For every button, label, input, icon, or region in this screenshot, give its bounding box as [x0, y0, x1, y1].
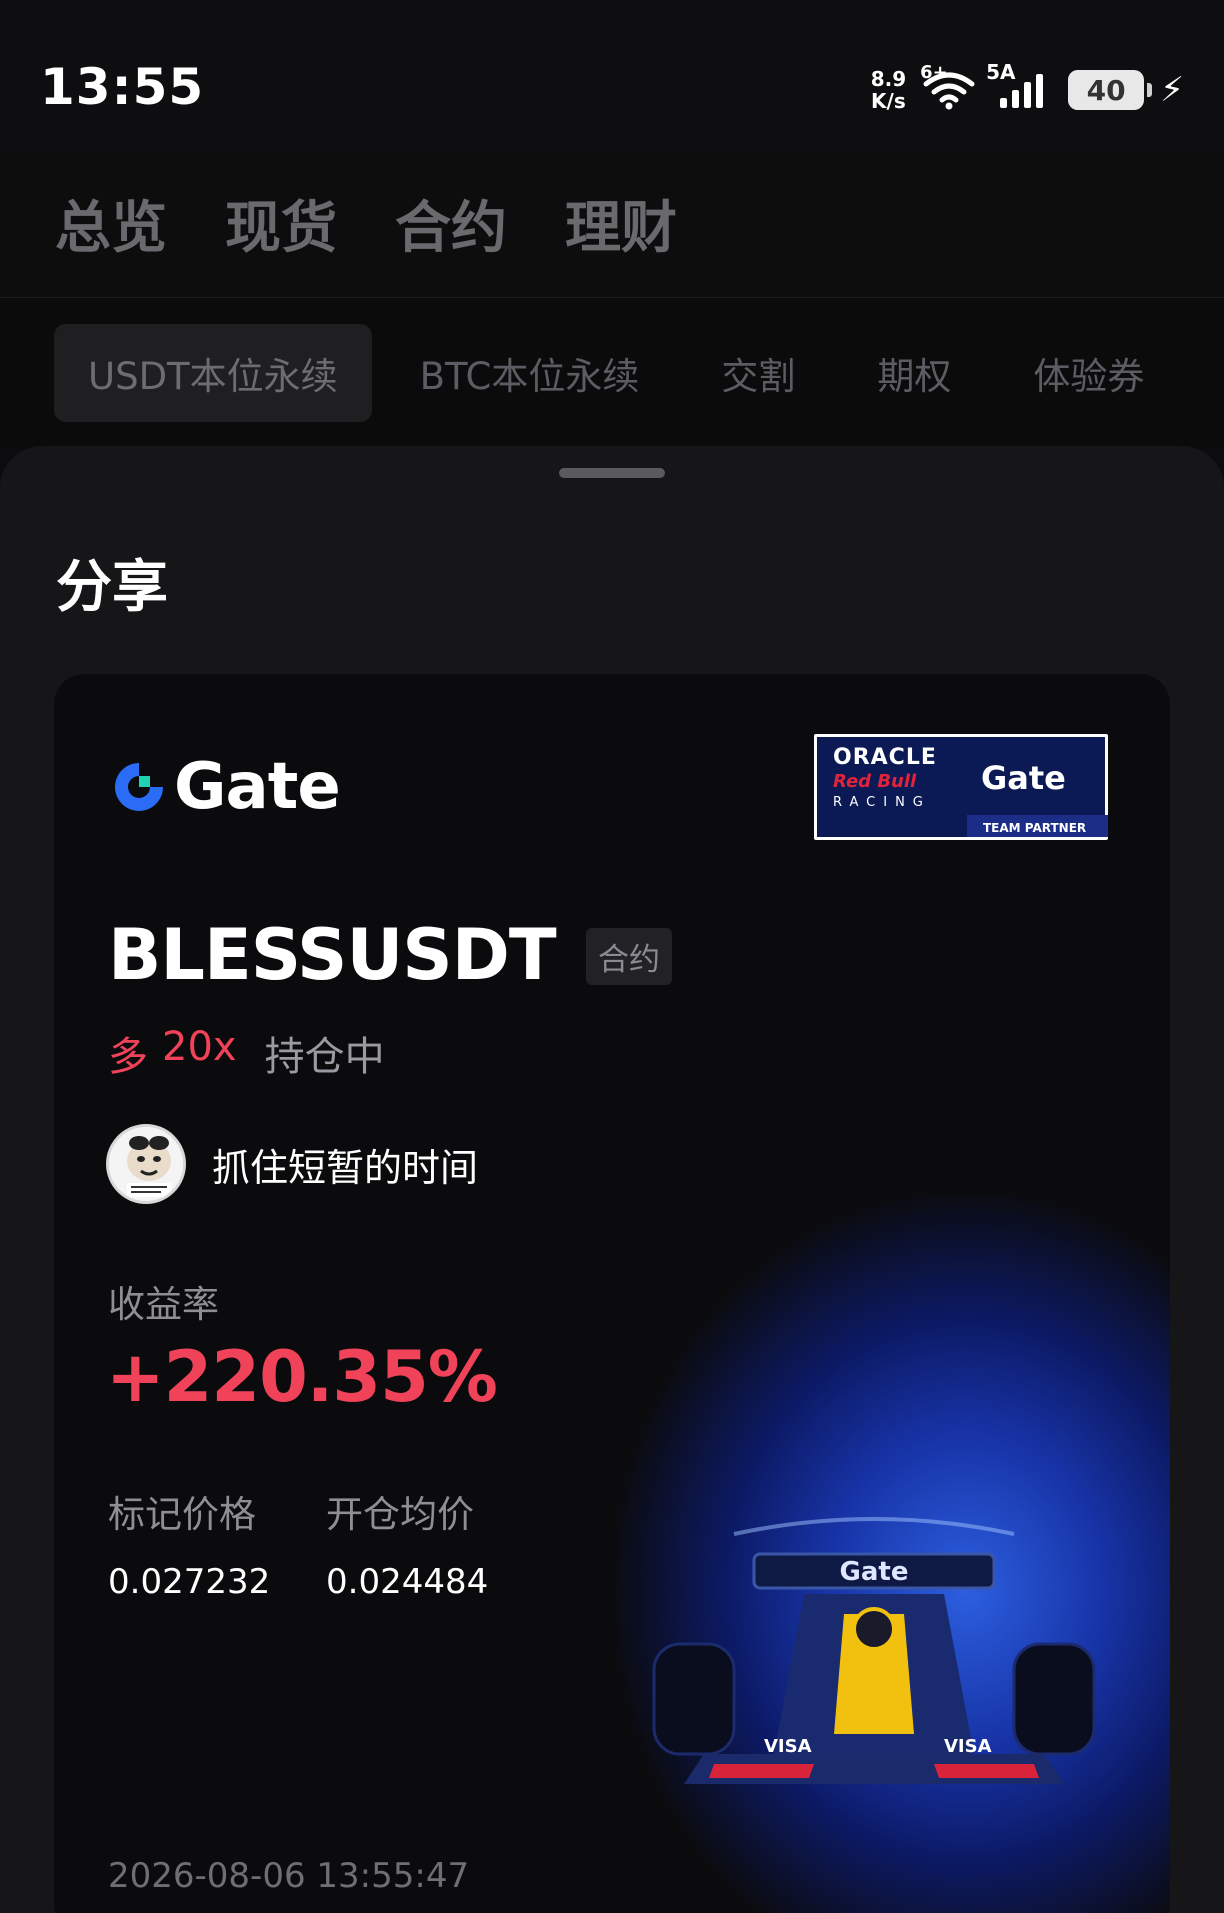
tab-futures[interactable]: 合约: [395, 183, 507, 264]
entry-price-value: 0.024484: [326, 1562, 489, 1602]
entry-price-label: 开仓均价: [326, 1493, 474, 1536]
svg-text:Gate: Gate: [840, 1557, 909, 1587]
racing-car-illustration: Gate VISA VISA: [652, 1517, 1096, 1784]
entry-price-block: 开仓均价 0.024484: [326, 1484, 488, 1602]
user-name: 抓住短暂的时间: [212, 1145, 479, 1190]
tab-spot[interactable]: 现货: [225, 183, 337, 264]
mark-price-value: 0.027232: [108, 1562, 271, 1602]
tab-earn[interactable]: 理财: [565, 183, 677, 264]
sub-tabs: USDT本位永续 BTC本位永续 交割 期权 体验券: [0, 298, 1224, 448]
svg-text:VISA: VISA: [944, 1736, 992, 1757]
wifi-icon: 6+: [920, 62, 976, 110]
mark-price-label: 标记价格: [108, 1493, 256, 1536]
network-speed-unit: K/s: [871, 89, 906, 113]
subtab-delivery[interactable]: 交割: [721, 346, 795, 400]
sheet-drag-handle[interactable]: [559, 468, 665, 478]
share-sheet: 分享 Gate ORACLE Red Bull RACING Gate TEAM…: [0, 446, 1224, 1913]
battery-level: 40: [1086, 73, 1126, 107]
sheet-title: 分享: [56, 555, 168, 620]
cell-signal-icon: 5A: [986, 60, 1052, 110]
gate-logo-icon: [115, 763, 163, 811]
wifi-label: 6+: [920, 62, 948, 83]
roi-label: 收益率: [108, 1283, 219, 1326]
share-card: Gate ORACLE Red Bull RACING Gate TEAM PA…: [54, 674, 1170, 1913]
charging-bolt-icon: ⚡: [1160, 70, 1184, 110]
status-bar: 13:55 8.9 K/s 6+ 5A 40 ⚡: [0, 0, 1224, 150]
roi-value: +220.35%: [106, 1336, 498, 1418]
partner-redbull-text: Red Bull: [833, 771, 917, 792]
network-speed: 8.9 K/s: [871, 68, 906, 112]
position-status: 持仓中: [264, 1034, 385, 1080]
status-time: 13:55: [40, 58, 205, 116]
partner-tag-text: TEAM PARTNER: [983, 821, 1087, 835]
share-timestamp: 2026-08-06 13:55:47: [108, 1856, 470, 1896]
subtab-vouchers[interactable]: 体验券: [1033, 346, 1144, 400]
mark-price-block: 标记价格 0.027232: [108, 1484, 270, 1602]
svg-text:VISA: VISA: [764, 1736, 812, 1757]
tab-overview[interactable]: 总览: [55, 183, 167, 264]
signal-label: 5A: [986, 60, 1016, 84]
position-side: 多: [108, 1034, 148, 1080]
position-info: 多 20x 持仓中: [108, 1024, 385, 1082]
subtab-btc-perpetual[interactable]: BTC本位永续: [420, 346, 640, 400]
gate-logo: Gate: [110, 750, 341, 824]
battery-icon: 40: [1068, 70, 1153, 110]
contract-symbol: BLESSUSDT: [108, 914, 557, 996]
partner-racing-text: RACING: [833, 795, 931, 810]
partner-gate-text: Gate: [981, 759, 1066, 797]
avatar: [106, 1124, 186, 1204]
team-partner-badge: ORACLE Red Bull RACING Gate TEAM PARTNER: [814, 734, 1108, 840]
position-leverage: 20x: [162, 1024, 237, 1070]
partner-oracle-text: ORACLE: [833, 745, 937, 770]
status-icons: 8.9 K/s 6+ 5A 40 ⚡: [871, 60, 1184, 116]
user-row: 抓住短暂的时间: [106, 1124, 478, 1204]
contract-type-badge: 合约: [586, 928, 672, 985]
network-speed-value: 8.9: [870, 67, 907, 91]
subtab-usdt-perpetual[interactable]: USDT本位永续: [54, 324, 372, 422]
subtab-options[interactable]: 期权: [877, 346, 951, 400]
gate-logo-text: Gate: [174, 750, 341, 824]
main-tabs: 总览 现货 合约 理财: [0, 150, 1224, 298]
